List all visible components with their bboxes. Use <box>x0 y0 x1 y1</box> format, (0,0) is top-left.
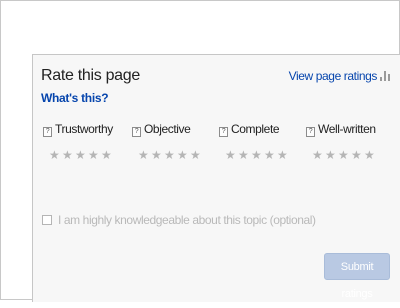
criterion-objective: ? Objective <box>132 122 191 137</box>
star-icon[interactable]: ★ <box>177 149 190 161</box>
star-icon[interactable]: ★ <box>151 149 164 161</box>
help-icon[interactable]: ? <box>43 127 52 137</box>
help-icon[interactable]: ? <box>219 127 228 137</box>
criterion-trustworthy: ? Trustworthy <box>43 122 113 137</box>
star-rating-well-written[interactable]: ★ ★ ★ ★ ★ <box>312 146 377 164</box>
knowledge-checkbox[interactable] <box>42 215 52 225</box>
widget-title: Rate this page <box>41 67 140 84</box>
star-icon[interactable]: ★ <box>251 149 264 161</box>
view-page-ratings-label: View page ratings <box>288 69 378 83</box>
star-icon[interactable]: ★ <box>190 149 203 161</box>
knowledge-option[interactable]: I am highly knowledgeable about this top… <box>42 213 316 227</box>
criterion-label: Objective <box>144 122 191 136</box>
whats-this-link[interactable]: What's this? <box>41 91 109 105</box>
criterion-label: Trustworthy <box>55 122 113 136</box>
rating-widget: Rate this page What's this? View page ra… <box>32 54 400 302</box>
criterion-label: Complete <box>231 122 280 136</box>
bar-chart-icon <box>380 71 390 81</box>
star-rating-objective[interactable]: ★ ★ ★ ★ ★ <box>138 146 203 164</box>
knowledge-label: I am highly knowledgeable about this top… <box>58 213 316 227</box>
star-icon[interactable]: ★ <box>88 149 101 161</box>
view-page-ratings-link[interactable]: View page ratings <box>289 69 390 83</box>
star-rating-complete[interactable]: ★ ★ ★ ★ ★ <box>225 146 290 164</box>
star-icon[interactable]: ★ <box>264 149 277 161</box>
star-icon[interactable]: ★ <box>101 149 114 161</box>
star-icon[interactable]: ★ <box>238 149 251 161</box>
criterion-label: Well-written <box>318 122 376 136</box>
star-rating-trustworthy[interactable]: ★ ★ ★ ★ ★ <box>49 146 114 164</box>
star-icon[interactable]: ★ <box>62 149 75 161</box>
page-frame: Rate this page What's this? View page ra… <box>0 0 400 302</box>
star-icon[interactable]: ★ <box>75 149 88 161</box>
star-icon[interactable]: ★ <box>164 149 177 161</box>
criterion-well-written: ? Well-written <box>306 122 376 137</box>
star-icon[interactable]: ★ <box>49 149 62 161</box>
star-icon[interactable]: ★ <box>138 149 151 161</box>
star-icon[interactable]: ★ <box>325 149 338 161</box>
help-icon[interactable]: ? <box>306 127 315 137</box>
star-icon[interactable]: ★ <box>364 149 377 161</box>
star-icon[interactable]: ★ <box>225 149 238 161</box>
star-icon[interactable]: ★ <box>351 149 364 161</box>
criterion-complete: ? Complete <box>219 122 280 137</box>
help-icon[interactable]: ? <box>132 127 141 137</box>
star-icon[interactable]: ★ <box>277 149 290 161</box>
submit-ratings-button[interactable]: Submit ratings <box>324 253 390 300</box>
star-icon[interactable]: ★ <box>338 149 351 161</box>
star-icon[interactable]: ★ <box>312 149 325 161</box>
